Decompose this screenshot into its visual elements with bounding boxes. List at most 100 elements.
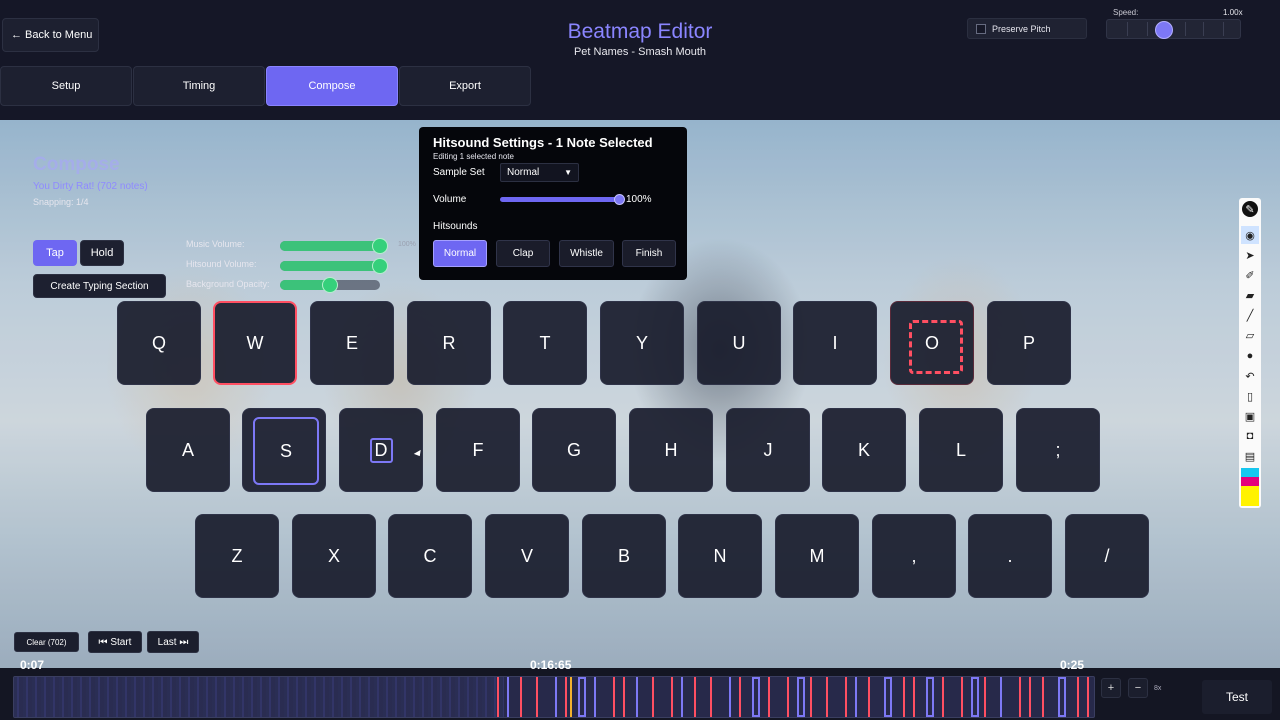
preserve-pitch-toggle[interactable]: Preserve Pitch — [967, 18, 1087, 39]
timeline-note-marker[interactable] — [884, 677, 892, 717]
key-u[interactable]: U — [697, 301, 781, 385]
hitsound-whistle-button[interactable]: Whistle — [559, 240, 614, 267]
pointer-icon[interactable]: ➤ — [1241, 246, 1259, 264]
timeline-note-marker[interactable] — [613, 677, 615, 717]
timeline-note-marker[interactable] — [536, 677, 538, 717]
timeline-note-marker[interactable] — [797, 677, 805, 717]
note-volume-slider[interactable] — [500, 194, 625, 205]
timeline-note-marker[interactable] — [903, 677, 905, 717]
timeline-note-marker[interactable] — [1000, 677, 1002, 717]
clear-notes-button[interactable]: Clear (702) — [14, 632, 79, 652]
timeline-note-marker[interactable] — [768, 677, 770, 717]
timeline-playhead[interactable] — [570, 677, 572, 717]
timeline-note-marker[interactable] — [845, 677, 847, 717]
sample-set-select[interactable]: Normal ▼ — [500, 163, 579, 182]
key-k[interactable]: K — [822, 408, 906, 492]
hitsound-clap-button[interactable]: Clap — [496, 240, 550, 267]
timeline-note-marker[interactable] — [671, 677, 673, 717]
timeline-note-marker[interactable] — [926, 677, 934, 717]
key-a[interactable]: A — [146, 408, 230, 492]
timeline-note-marker[interactable] — [623, 677, 625, 717]
clipboard-icon[interactable]: ▤ — [1241, 447, 1259, 465]
camera-icon[interactable]: ◘ — [1241, 427, 1259, 445]
screen-icon[interactable]: ▣ — [1241, 407, 1259, 425]
timeline-note-marker[interactable] — [565, 677, 567, 717]
background-opacity-slider[interactable] — [280, 277, 380, 293]
key-y[interactable]: Y — [600, 301, 684, 385]
timeline-note-marker[interactable] — [729, 677, 731, 717]
dot-icon[interactable]: ● — [1241, 347, 1259, 365]
timeline-note-marker[interactable] — [868, 677, 870, 717]
tab-export[interactable]: Export — [399, 66, 531, 106]
timeline-note-marker[interactable] — [497, 677, 499, 717]
timeline-note-marker[interactable] — [652, 677, 654, 717]
tab-setup[interactable]: Setup — [0, 66, 132, 106]
timeline-note-marker[interactable] — [694, 677, 696, 717]
zoom-out-button[interactable]: − — [1128, 678, 1148, 698]
background-opacity-thumb[interactable] — [322, 277, 338, 293]
key-x[interactable]: X — [292, 514, 376, 598]
key-d[interactable]: D — [339, 408, 423, 492]
key-w[interactable]: W — [213, 301, 297, 385]
timeline-note-marker[interactable] — [555, 677, 557, 717]
timeline-note-marker[interactable] — [739, 677, 741, 717]
undo-icon[interactable]: ↶ — [1241, 367, 1259, 385]
key-f[interactable]: F — [436, 408, 520, 492]
jump-start-button[interactable]: ⏮ Start — [88, 631, 142, 653]
highlighter-icon[interactable]: ▰ — [1241, 286, 1259, 304]
key-semicolon[interactable]: ; — [1016, 408, 1100, 492]
tab-compose[interactable]: Compose — [266, 66, 398, 106]
key-m[interactable]: M — [775, 514, 859, 598]
key-i[interactable]: I — [793, 301, 877, 385]
key-s[interactable]: S — [242, 408, 326, 492]
timeline-note-marker[interactable] — [636, 677, 638, 717]
test-button[interactable]: Test — [1202, 680, 1272, 714]
music-volume-slider[interactable] — [280, 238, 388, 254]
timeline-note-marker[interactable] — [855, 677, 857, 717]
key-e[interactable]: E — [310, 301, 394, 385]
timeline-note-marker[interactable] — [507, 677, 509, 717]
speed-slider[interactable] — [1106, 19, 1241, 39]
trash-icon[interactable]: ▯ — [1241, 387, 1259, 405]
color-swatch-yellow[interactable] — [1241, 486, 1259, 506]
speed-slider-thumb[interactable] — [1155, 21, 1173, 39]
timeline-note-marker[interactable] — [681, 677, 683, 717]
hitsound-volume-thumb[interactable] — [372, 258, 388, 274]
timeline-note-marker[interactable] — [810, 677, 812, 717]
hitsound-volume-slider[interactable] — [280, 258, 388, 274]
line-icon[interactable]: ╱ — [1241, 306, 1259, 324]
preserve-pitch-checkbox[interactable] — [976, 23, 986, 34]
jump-last-button[interactable]: Last ⏭ — [147, 631, 199, 653]
timeline-note-marker[interactable] — [913, 677, 915, 717]
key-c[interactable]: C — [388, 514, 472, 598]
timeline-note-marker[interactable] — [971, 677, 979, 717]
key-o[interactable]: O — [890, 301, 974, 385]
zoom-in-button[interactable]: + — [1101, 678, 1121, 698]
pen-tip-icon[interactable]: ✎ — [1242, 201, 1258, 217]
timeline-note-marker[interactable] — [1029, 677, 1031, 717]
hold-mode-button[interactable]: Hold — [80, 240, 124, 266]
timeline[interactable] — [13, 676, 1095, 718]
key-comma[interactable]: , — [872, 514, 956, 598]
key-t[interactable]: T — [503, 301, 587, 385]
hitsound-normal-button[interactable]: Normal — [433, 240, 487, 267]
timeline-note-marker[interactable] — [1058, 677, 1066, 717]
timeline-note-marker[interactable] — [1019, 677, 1021, 717]
pen-icon[interactable]: ✐ — [1241, 266, 1259, 284]
timeline-note-marker[interactable] — [710, 677, 712, 717]
timeline-note-marker[interactable] — [1087, 677, 1089, 717]
key-j[interactable]: J — [726, 408, 810, 492]
timeline-note-marker[interactable] — [942, 677, 944, 717]
timeline-note-marker[interactable] — [826, 677, 828, 717]
color-swatch-magenta[interactable] — [1241, 477, 1259, 486]
timeline-note-marker[interactable] — [594, 677, 596, 717]
key-q[interactable]: Q — [117, 301, 201, 385]
color-swatch-cyan[interactable] — [1241, 468, 1259, 477]
key-b[interactable]: B — [582, 514, 666, 598]
tab-timing[interactable]: Timing — [133, 66, 265, 106]
create-typing-section-button[interactable]: Create Typing Section — [33, 274, 166, 298]
key-period[interactable]: . — [968, 514, 1052, 598]
timeline-note-marker[interactable] — [578, 677, 586, 717]
back-to-menu-button[interactable]: ← Back to Menu — [2, 18, 99, 52]
music-volume-thumb[interactable] — [372, 238, 388, 254]
